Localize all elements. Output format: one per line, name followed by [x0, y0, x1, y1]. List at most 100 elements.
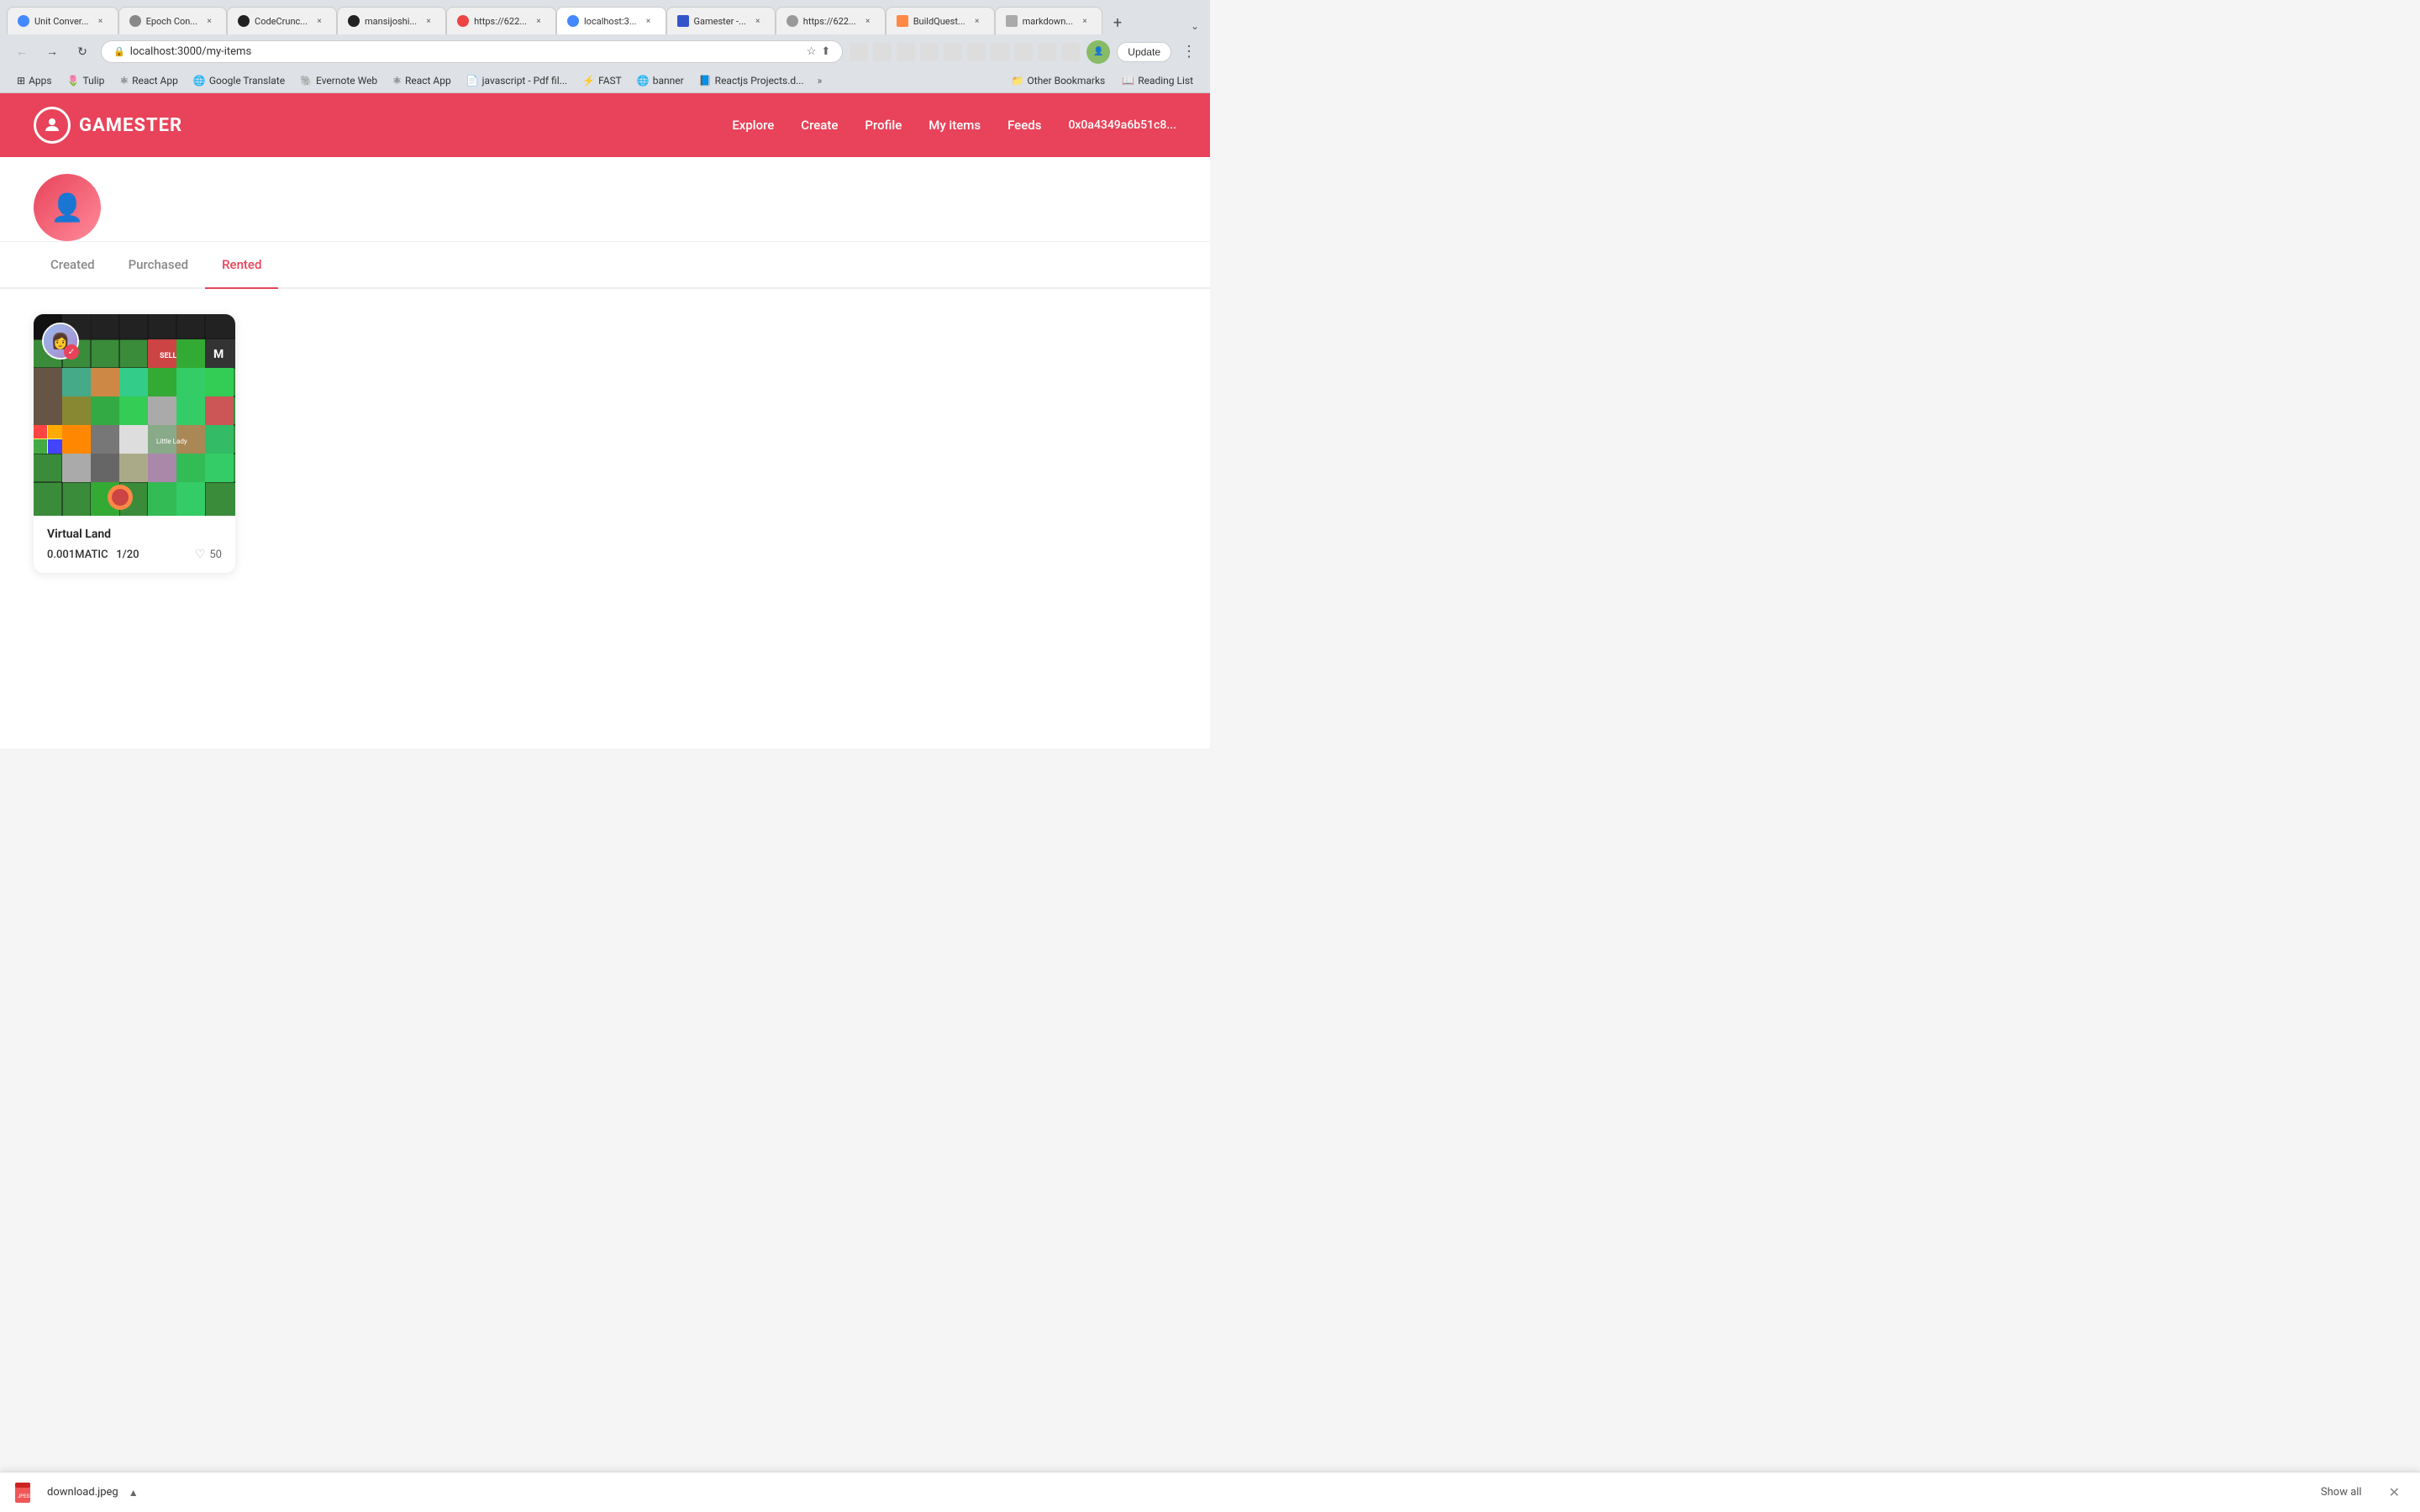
- tab-close-button[interactable]: ×: [422, 14, 435, 28]
- address-input[interactable]: 🔒 localhost:3000/my-items ☆ ⬆: [101, 40, 843, 63]
- js-icon: 📄: [466, 75, 479, 87]
- tab-unit-converter[interactable]: Unit Conver... ×: [7, 7, 118, 34]
- nav-create[interactable]: Create: [801, 118, 838, 133]
- bookmark-react-app-1[interactable]: ⚛ React App: [113, 72, 185, 89]
- tab-https622-1[interactable]: https://622... ×: [446, 7, 556, 34]
- tab-created-label: Created: [50, 257, 95, 272]
- bookmark-fast[interactable]: ⚡ FAST: [576, 72, 629, 89]
- download-file-icon: JPEG: [13, 1481, 37, 1504]
- nav-explore[interactable]: Explore: [732, 118, 774, 133]
- svg-text:JPEG: JPEG: [18, 1494, 30, 1499]
- bookmark-right: 📁 Other Bookmarks 📖 Reading List: [1004, 72, 1200, 89]
- bookmark-star-icon[interactable]: ☆: [807, 45, 817, 58]
- profile-area: 👤: [0, 157, 1210, 242]
- tab-title: Epoch Con...: [146, 16, 197, 27]
- reading-list-icon: 📖: [1122, 75, 1134, 87]
- extension-icon-9[interactable]: [1038, 43, 1056, 61]
- tab-close-button[interactable]: ×: [861, 14, 875, 28]
- extension-icon-7[interactable]: [991, 43, 1009, 61]
- tab-close-button[interactable]: ×: [1078, 14, 1092, 28]
- bookmark-label: javascript - Pdf fil...: [482, 75, 567, 87]
- tab-created[interactable]: Created: [34, 242, 112, 287]
- extension-icon-8[interactable]: [1014, 43, 1033, 61]
- bookmark-javascript-pdf[interactable]: 📄 javascript - Pdf fil...: [460, 72, 574, 89]
- extension-icon-4[interactable]: [920, 43, 939, 61]
- bookmark-react-app-2[interactable]: ⚛ React App: [386, 72, 458, 89]
- nav-my-items[interactable]: My items: [929, 118, 981, 133]
- tab-title: markdown...: [1023, 16, 1073, 27]
- bookmark-label: banner: [653, 75, 684, 87]
- show-all-button[interactable]: Show all: [2311, 1481, 2372, 1504]
- tab-rented-label: Rented: [222, 257, 261, 272]
- bookmark-apps[interactable]: ⊞ Apps: [10, 72, 59, 89]
- profile-avatar: 👤: [34, 174, 101, 241]
- tab-gamester[interactable]: Gamester -... ×: [666, 7, 776, 34]
- nft-edition: 1/20: [116, 549, 139, 561]
- verified-badge: ✓: [64, 344, 79, 360]
- nft-likes: ♡ 50: [195, 548, 222, 561]
- extension-icon-6[interactable]: [967, 43, 986, 61]
- tab-localhost[interactable]: localhost:3... ×: [556, 7, 666, 34]
- tab-codecrunch[interactable]: CodeCrunc... ×: [227, 7, 337, 34]
- extension-icon-10[interactable]: [1061, 43, 1080, 61]
- bookmark-label: React App: [405, 75, 451, 87]
- nav-profile[interactable]: Profile: [865, 118, 902, 133]
- new-tab-button[interactable]: +: [1106, 11, 1129, 34]
- bookmark-banner[interactable]: 🌐 banner: [630, 72, 691, 89]
- tab-close-button[interactable]: ×: [532, 14, 545, 28]
- tab-mansijoshi[interactable]: mansijoshi... ×: [337, 7, 446, 34]
- nft-card-virtual-land[interactable]: SELL THEN: [34, 314, 235, 573]
- react-icon-2: ⚛: [392, 75, 402, 87]
- reactjs-icon: 📘: [699, 75, 712, 87]
- tab-favicon: [897, 15, 908, 27]
- tab-expand-button[interactable]: ⌄: [1186, 18, 1203, 34]
- other-bookmarks-folder[interactable]: 📁 Other Bookmarks: [1004, 72, 1112, 89]
- nav-feeds[interactable]: Feeds: [1007, 118, 1041, 133]
- site-logo[interactable]: GAMESTER: [34, 107, 182, 144]
- content-area: SELL THEN: [0, 289, 1210, 709]
- tab-epoch-converter[interactable]: Epoch Con... ×: [118, 7, 227, 34]
- tab-close-button[interactable]: ×: [203, 14, 216, 28]
- menu-button[interactable]: ⋮: [1178, 39, 1200, 64]
- tab-close-button[interactable]: ×: [94, 14, 108, 28]
- tab-rented[interactable]: Rented: [205, 242, 278, 287]
- fast-icon: ⚡: [582, 75, 595, 87]
- avatar-placeholder: 👤: [34, 174, 101, 241]
- tab-close-button[interactable]: ×: [751, 14, 765, 28]
- svg-text:M: M: [213, 348, 224, 361]
- tab-buildquest[interactable]: BuildQuest... ×: [886, 7, 995, 34]
- reading-list-folder[interactable]: 📖 Reading List: [1115, 72, 1200, 89]
- tab-markdown[interactable]: markdown... ×: [995, 7, 1102, 34]
- download-close-button[interactable]: ✕: [2382, 1481, 2407, 1504]
- forward-button[interactable]: →: [40, 40, 64, 64]
- share-icon[interactable]: ⬆: [821, 45, 830, 58]
- reload-button[interactable]: ↻: [71, 40, 94, 64]
- address-text: localhost:3000/my-items: [130, 45, 807, 58]
- extension-icon-2[interactable]: [873, 43, 892, 61]
- download-chevron-icon[interactable]: ▲: [129, 1487, 139, 1499]
- bookmark-more-button[interactable]: »: [813, 72, 828, 89]
- bookmark-label: Google Translate: [209, 75, 285, 87]
- back-button[interactable]: ←: [10, 40, 34, 64]
- reading-list-label: Reading List: [1138, 75, 1193, 87]
- tab-close-button[interactable]: ×: [971, 14, 984, 28]
- tab-favicon: [786, 15, 798, 27]
- extension-icon-5[interactable]: [944, 43, 962, 61]
- tab-close-button[interactable]: ×: [313, 14, 326, 28]
- bookmark-reactjs-projects[interactable]: 📘 Reactjs Projects.d...: [692, 72, 811, 89]
- heart-icon: ♡: [195, 548, 206, 561]
- tab-purchased[interactable]: Purchased: [112, 242, 206, 287]
- wallet-address[interactable]: 0x0a4349a6b51c8...: [1068, 118, 1176, 132]
- tab-close-button[interactable]: ×: [642, 14, 655, 28]
- folder-icon: 📁: [1011, 75, 1023, 87]
- bookmark-tulip[interactable]: 🌷 Tulip: [60, 72, 112, 89]
- profile-button[interactable]: 👤: [1086, 40, 1110, 64]
- apps-grid-icon: ⊞: [17, 75, 25, 87]
- bookmark-evernote[interactable]: 🐘 Evernote Web: [293, 72, 384, 89]
- tab-https622-2[interactable]: https://622... ×: [776, 7, 886, 34]
- logo-svg: [42, 115, 62, 135]
- extension-icon-1[interactable]: [850, 43, 868, 61]
- extension-icon-3[interactable]: [897, 43, 915, 61]
- update-button[interactable]: Update: [1117, 42, 1171, 62]
- bookmark-google-translate[interactable]: 🌐 Google Translate: [187, 72, 292, 89]
